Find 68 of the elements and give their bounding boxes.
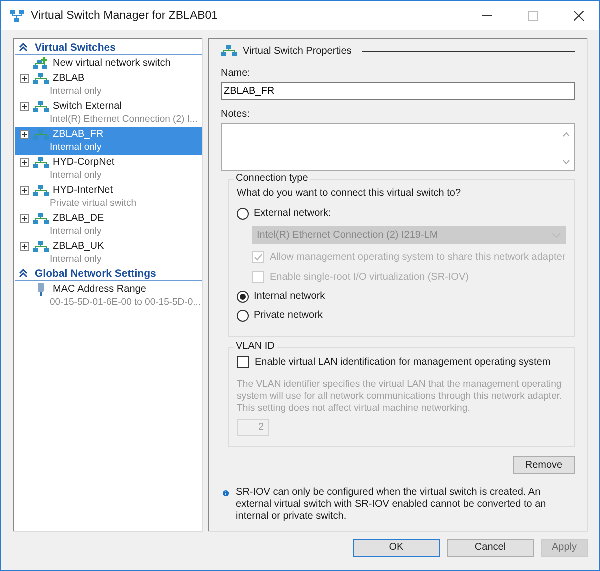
vlan-description: The VLAN identifier specifies the virtual LAN that the management operating system will use for all network communications through this network adapter. This setting does not affect virtual machine networking. <box>237 379 564 415</box>
switch-list-item[interactable]: ZBLAB_UK Internal only <box>15 239 202 267</box>
radio-label[interactable]: Private network <box>254 310 323 321</box>
switch-list-item[interactable]: HYD-InterNet Private virtual switch <box>15 183 202 211</box>
radio-button[interactable] <box>237 310 249 322</box>
item-label: HYD-CorpNet <box>53 157 115 168</box>
network-switch-icon <box>221 45 237 57</box>
question-text: What do you want to connect this virtual switch to? <box>237 188 462 199</box>
item-detail: Internal only <box>49 85 103 98</box>
section-header[interactable]: Virtual Switches <box>15 41 202 55</box>
radio-label[interactable]: External network: <box>254 208 332 219</box>
radio-button[interactable] <box>237 208 249 220</box>
radio-button[interactable] <box>237 290 249 302</box>
new-switch-icon <box>33 57 49 70</box>
item-detail: Internal only <box>49 253 103 266</box>
item-label: ZBLAB <box>53 73 85 84</box>
dialog-button[interactable]: OK <box>353 538 440 556</box>
close-icon[interactable] <box>574 10 584 20</box>
collapse-icon[interactable] <box>19 269 28 278</box>
item-label: MAC Address Range <box>53 284 146 295</box>
expand-icon[interactable] <box>20 130 29 139</box>
switch-list-item[interactable]: ZBLAB_DE Internal only <box>15 211 202 239</box>
switch-list-item[interactable]: ZBLAB Internal only <box>15 71 202 99</box>
name-field[interactable]: ZBLAB_FR <box>221 82 575 100</box>
collapse-icon[interactable] <box>19 43 28 52</box>
network-switch-icon <box>33 72 49 84</box>
item-label: ZBLAB_UK <box>53 241 104 252</box>
info-text: SR-IOV can only be configured when the virtual switch is created. An external virtual switch with SR-IOV enabled cannot be converted to an internal or private switch. <box>236 487 548 523</box>
item-label: Switch External <box>53 101 122 112</box>
expand-icon[interactable] <box>20 214 29 223</box>
remove-button[interactable]: Remove <box>513 456 575 474</box>
expand-icon[interactable] <box>20 74 29 83</box>
field-label: Notes: <box>221 109 251 120</box>
switch-list-item[interactable]: New virtual network switch <box>15 56 202 71</box>
expand-icon[interactable] <box>20 102 29 111</box>
item-label: HYD-InterNet <box>53 185 114 196</box>
switch-list-item[interactable]: MAC Address Range 00-15-5D-01-6E-00 to 00-15-5D-0... <box>15 282 202 310</box>
radio-label[interactable]: Internal network <box>254 291 326 302</box>
section-title: Virtual Switches <box>35 42 116 54</box>
item-label: ZBLAB_DE <box>53 213 104 224</box>
switch-list-item[interactable]: Switch External Intel(R) Ethernet Connection (2) I... <box>15 99 202 127</box>
dialog-button[interactable]: Cancel <box>447 538 534 556</box>
item-detail: Internal only <box>49 169 103 182</box>
section-title: Virtual Switch Properties <box>243 46 352 56</box>
item-detail: Private virtual switch <box>49 197 138 210</box>
network-switch-icon <box>33 240 49 252</box>
section-header[interactable]: Global Network Settings <box>15 267 202 281</box>
group-title: VLAN ID <box>234 341 277 352</box>
item-detail: Internal only <box>49 141 103 154</box>
item-detail: Internal only <box>49 225 103 238</box>
app-icon <box>9 8 25 24</box>
field-label: Name: <box>221 68 252 79</box>
network-switch-icon <box>33 184 49 196</box>
group-title: Connection type <box>234 173 310 184</box>
expand-icon[interactable] <box>20 242 29 251</box>
item-detail: Intel(R) Ethernet Connection (2) I... <box>49 113 199 126</box>
section-title: Global Network Settings <box>35 268 156 280</box>
switch-list-item[interactable]: HYD-CorpNet Internal only <box>15 155 202 183</box>
item-label: ZBLAB_FR <box>53 129 104 140</box>
item-detail: 00-15-5D-01-6E-00 to 00-15-5D-0... <box>49 296 200 309</box>
network-switch-icon <box>33 128 49 140</box>
expand-icon[interactable] <box>20 158 29 167</box>
network-switch-icon <box>33 156 49 168</box>
network-switch-icon <box>33 100 49 112</box>
item-label: New virtual network switch <box>53 58 171 69</box>
network-switch-icon <box>33 212 49 224</box>
window-title: Virtual Switch Manager for ZBLAB01 <box>31 10 218 22</box>
expand-icon[interactable] <box>20 186 29 195</box>
